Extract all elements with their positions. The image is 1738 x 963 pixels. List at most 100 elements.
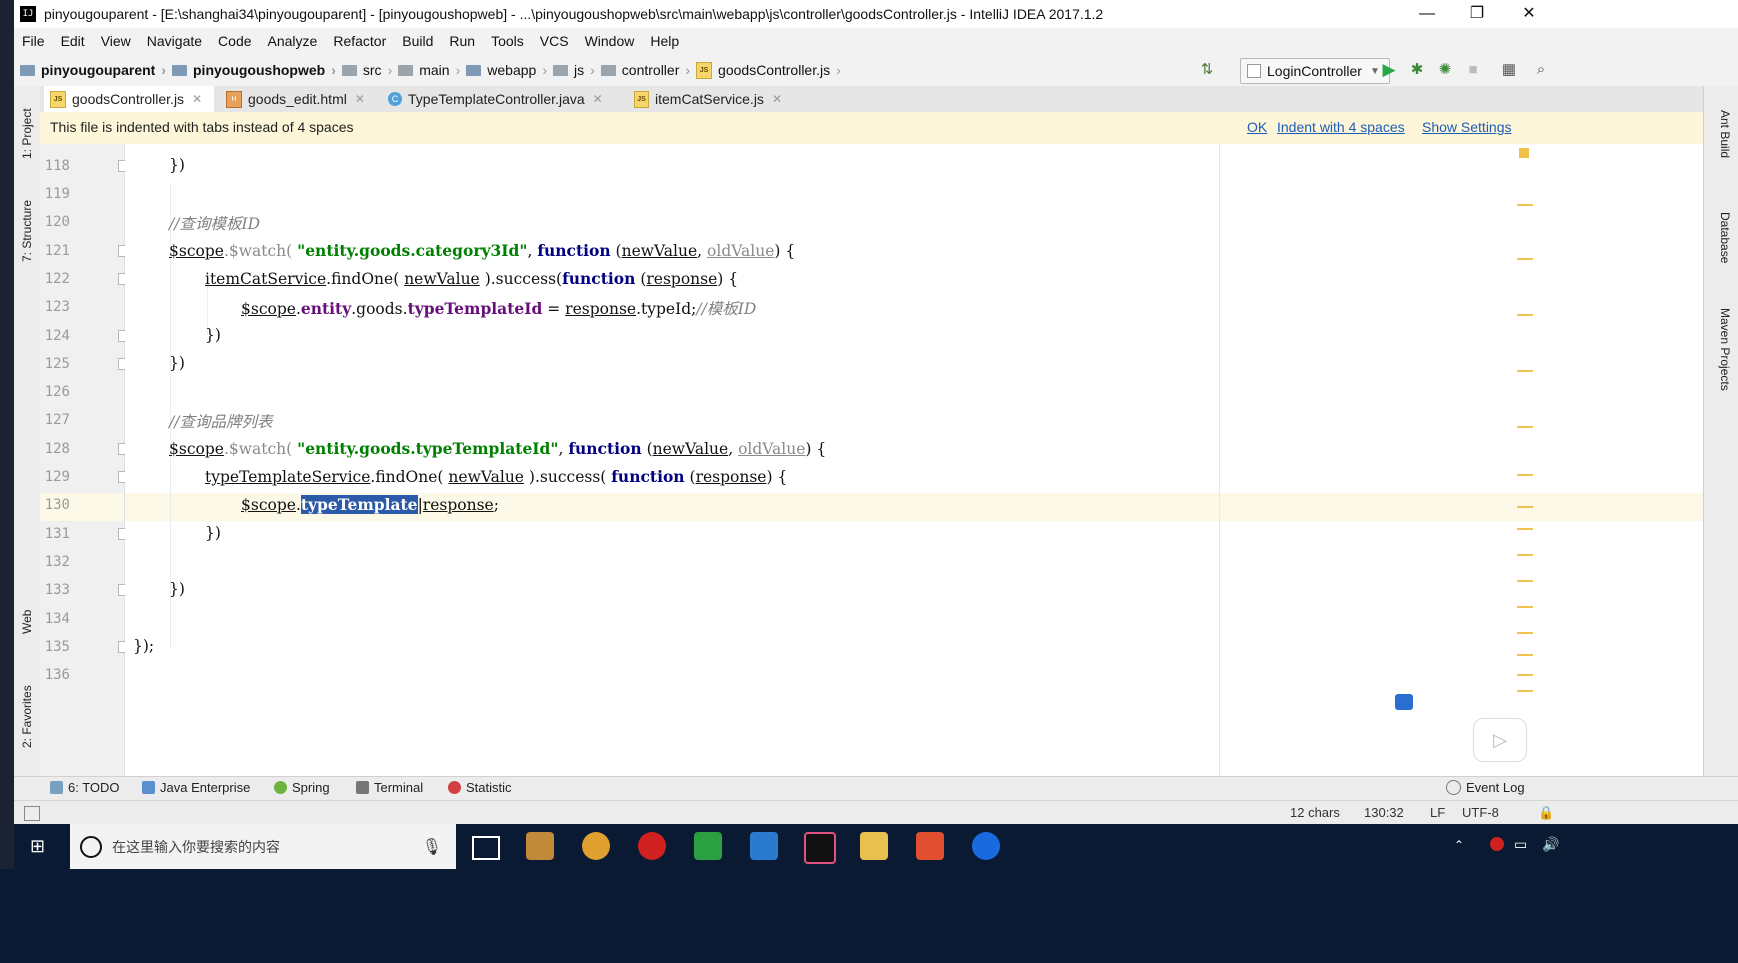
tab-itemcatservice[interactable]: JS itemCatService.js ✕ xyxy=(628,86,788,112)
tab-goodscontroller[interactable]: JS goodsController.js ✕ xyxy=(44,86,214,112)
error-stripe-mark[interactable] xyxy=(1517,370,1533,372)
error-stripe-mark[interactable] xyxy=(1517,674,1533,676)
coverage-icon[interactable]: ✺ xyxy=(1434,59,1456,81)
breadcrumb-main[interactable]: main › xyxy=(392,62,460,78)
windows-start-icon[interactable]: ⊞ xyxy=(30,836,50,856)
app-icon-blue[interactable] xyxy=(750,832,778,860)
project-structure-icon[interactable]: ▦ xyxy=(1498,59,1520,81)
lock-icon[interactable]: 🔒 xyxy=(1538,805,1554,821)
error-stripe-mark[interactable] xyxy=(1517,314,1533,316)
menu-analyze[interactable]: Analyze xyxy=(260,33,326,49)
debug-icon[interactable]: ✱ xyxy=(1406,59,1428,81)
menu-run[interactable]: Run xyxy=(441,33,483,49)
breadcrumb-src[interactable]: src › xyxy=(336,62,392,78)
app-icon-1[interactable] xyxy=(526,832,554,860)
title-bar: IJ pinyougouparent - [E:\shanghai34\piny… xyxy=(14,0,1738,28)
tool-event-log[interactable]: Event Log xyxy=(1446,780,1525,795)
line-number: 134 xyxy=(44,611,70,627)
microphone-icon[interactable]: 🎙 xyxy=(422,837,442,857)
tool-web[interactable]: Web xyxy=(16,602,38,642)
error-stripe-mark[interactable] xyxy=(1517,258,1533,260)
pdf-icon[interactable] xyxy=(916,832,944,860)
line-separator[interactable]: LF xyxy=(1430,805,1445,820)
tool-java-enterprise[interactable]: Java Enterprise xyxy=(142,780,250,795)
tab-goods-edit[interactable]: H goods_edit.html ✕ xyxy=(220,86,374,112)
tool-ant-build[interactable]: Ant Build xyxy=(1710,110,1732,158)
notice-settings-link[interactable]: Show Settings xyxy=(1422,119,1512,135)
run-configuration-select[interactable]: LoginController ▼ xyxy=(1240,58,1390,84)
file-explorer-icon[interactable] xyxy=(860,832,888,860)
tool-spring[interactable]: Spring xyxy=(274,780,330,795)
tool-database[interactable]: Database xyxy=(1710,212,1732,263)
network-icon[interactable]: ▭ xyxy=(1514,836,1527,853)
tray-app-icon[interactable] xyxy=(1490,837,1504,851)
menu-tools[interactable]: Tools xyxy=(483,33,532,49)
stop-icon[interactable]: ■ xyxy=(1462,59,1484,81)
tool-todo[interactable]: 6: TODO xyxy=(50,780,120,795)
tool-maven-projects[interactable]: Maven Projects xyxy=(1710,308,1732,391)
error-stripe-mark[interactable] xyxy=(1517,632,1533,634)
menu-refactor[interactable]: Refactor xyxy=(325,33,394,49)
error-stripe-mark[interactable] xyxy=(1517,506,1533,508)
sort-icon[interactable]: ⇅ xyxy=(1196,59,1218,81)
error-stripe-mark[interactable] xyxy=(1517,580,1533,582)
breadcrumb-module[interactable]: pinyougoushopweb › xyxy=(166,62,336,78)
error-stripe-mark[interactable] xyxy=(1517,606,1533,608)
search-icon[interactable]: ⌕ xyxy=(1530,59,1552,81)
intellij-taskbar-icon[interactable] xyxy=(804,832,836,864)
menu-edit[interactable]: Edit xyxy=(53,33,93,49)
notice-indent-link[interactable]: Indent with 4 spaces xyxy=(1277,119,1405,135)
breadcrumb-js[interactable]: js › xyxy=(547,62,595,78)
code-line-123: $scope.entity.goods.typeTemplateId = res… xyxy=(241,299,757,318)
taskbar-search[interactable]: 在这里输入你要搜索的内容 🎙 xyxy=(70,824,456,869)
play-overlay-icon[interactable]: ▷ xyxy=(1473,718,1527,762)
close-tab-icon[interactable]: ✕ xyxy=(772,92,782,106)
chevron-up-icon[interactable]: ⌃ xyxy=(1454,838,1464,852)
breadcrumb-project[interactable]: pinyougouparent › xyxy=(14,62,166,78)
inspection-status-icon[interactable] xyxy=(1519,148,1529,158)
breadcrumb-controller[interactable]: controller › xyxy=(595,62,690,78)
restore-button[interactable]: ❐ xyxy=(1454,0,1500,28)
notice-ok-link[interactable]: OK xyxy=(1247,119,1267,135)
file-encoding[interactable]: UTF-8 xyxy=(1462,805,1499,820)
close-button[interactable]: ✕ xyxy=(1506,0,1552,28)
error-stripe-mark[interactable] xyxy=(1517,554,1533,556)
app-icon-arrow[interactable] xyxy=(972,832,1000,860)
menu-help[interactable]: Help xyxy=(642,33,687,49)
tab-typetemplatecontroller[interactable]: C TypeTemplateController.java ✕ xyxy=(382,86,620,112)
menu-vcs[interactable]: VCS xyxy=(532,33,577,49)
task-view-icon[interactable] xyxy=(472,836,500,860)
menu-navigate[interactable]: Navigate xyxy=(139,33,210,49)
code-editor[interactable]: }) //查询模板ID $scope.$watch( "entity.goods… xyxy=(125,144,1703,776)
close-tab-icon[interactable]: ✕ xyxy=(355,92,365,106)
menu-build[interactable]: Build xyxy=(394,33,441,49)
minimize-button[interactable]: — xyxy=(1404,0,1450,28)
menu-code[interactable]: Code xyxy=(210,33,259,49)
tool-structure[interactable]: 7: Structure xyxy=(16,186,38,276)
volume-icon[interactable]: 🔊 xyxy=(1542,836,1559,853)
tool-windows-toggle-icon[interactable] xyxy=(24,806,40,821)
error-stripe-mark[interactable] xyxy=(1517,528,1533,530)
menu-file[interactable]: File xyxy=(14,33,53,49)
tool-project[interactable]: 1: Project xyxy=(16,94,38,174)
app-icon-red[interactable] xyxy=(638,832,666,860)
person-icon[interactable] xyxy=(1395,694,1413,710)
close-tab-icon[interactable]: ✕ xyxy=(192,92,202,106)
error-stripe-mark[interactable] xyxy=(1517,690,1533,692)
close-tab-icon[interactable]: ✕ xyxy=(593,92,603,106)
menu-view[interactable]: View xyxy=(93,33,139,49)
run-icon[interactable]: ▶ xyxy=(1378,59,1400,81)
tool-statistic[interactable]: Statistic xyxy=(448,780,512,795)
error-stripe-mark[interactable] xyxy=(1517,654,1533,656)
error-stripe-mark[interactable] xyxy=(1517,474,1533,476)
tool-terminal[interactable]: Terminal xyxy=(356,780,423,795)
app-icon-green[interactable] xyxy=(694,832,722,860)
caret-position[interactable]: 130:32 xyxy=(1364,805,1404,820)
error-stripe-mark[interactable] xyxy=(1517,426,1533,428)
tool-favorites[interactable]: 2: Favorites xyxy=(16,672,38,762)
chrome-icon[interactable] xyxy=(582,832,610,860)
breadcrumb-file[interactable]: JS goodsController.js › xyxy=(690,61,841,79)
breadcrumb-webapp[interactable]: webapp › xyxy=(460,62,547,78)
error-stripe-mark[interactable] xyxy=(1517,204,1533,206)
menu-window[interactable]: Window xyxy=(577,33,643,49)
